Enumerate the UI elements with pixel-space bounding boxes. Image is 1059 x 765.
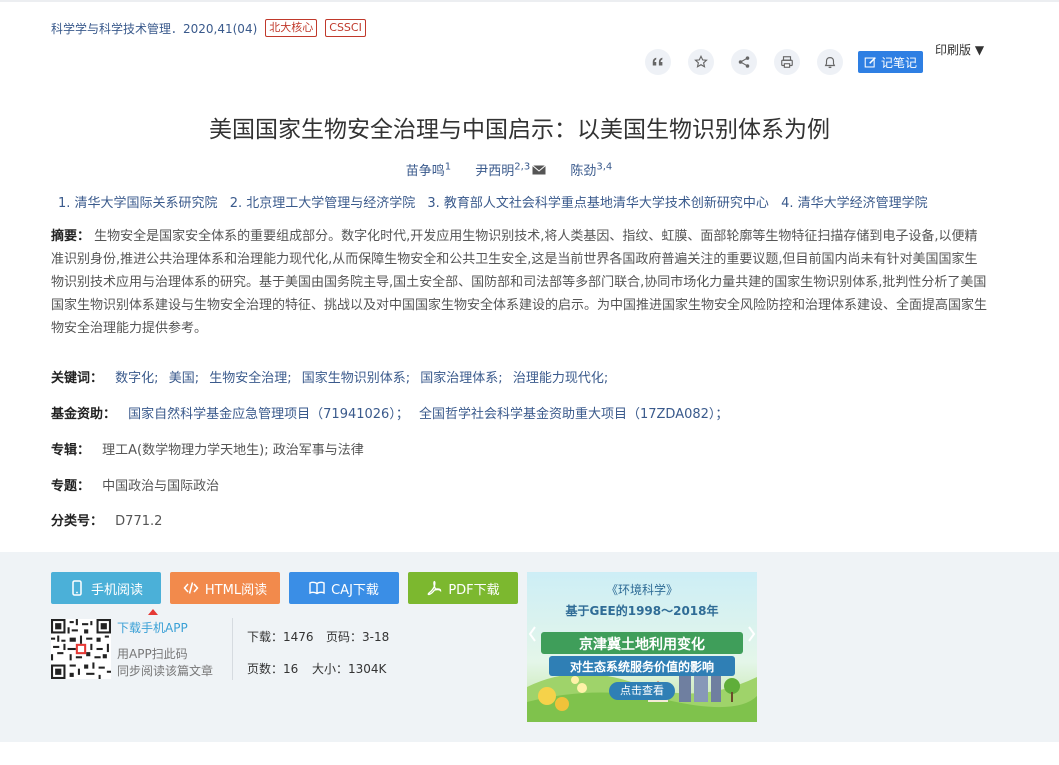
topic-value: 中国政治与国际政治	[102, 479, 220, 494]
qr-code[interactable]	[51, 619, 111, 679]
pdf-icon	[427, 580, 442, 596]
ad-view-button[interactable]: 点击查看	[609, 682, 675, 700]
fund-item[interactable]: 全国哲学社会科学基金资助重大项目（17ZDA082）；	[419, 407, 728, 422]
phone-icon	[72, 580, 82, 596]
abstract-text: 生物安全是国家安全体系的重要组成部分。数字化时代,开发应用生物识别技术,将人类基…	[51, 229, 988, 336]
classification-row: 分类号： D771.2	[51, 510, 162, 529]
pdf-download-label: PDF下载	[448, 582, 500, 598]
article-toolbar: 记笔记	[645, 49, 924, 75]
page-range: 页码：3-18	[326, 630, 390, 644]
mail-icon[interactable]	[532, 164, 547, 179]
pdf-download-button[interactable]: PDF下载	[408, 572, 518, 604]
star-icon[interactable]	[688, 49, 714, 75]
ad-journal-name: 《环境科学》	[605, 583, 678, 597]
ad-line-1: 基于GEE的1998～2018年	[565, 604, 719, 618]
keyword[interactable]: 美国;	[169, 371, 199, 386]
keywords-label: 关键词：	[51, 371, 104, 386]
take-note-button[interactable]: 记笔记	[858, 51, 924, 73]
html-read-button[interactable]: HTML阅读	[170, 572, 280, 604]
classification-value: D771.2	[115, 514, 163, 529]
source-line: 科学学与科学技术管理．2020,41(04) 北大核心 CSSCI	[51, 19, 366, 37]
affiliation-4[interactable]: 4. 清华大学经济管理学院	[781, 196, 928, 211]
print-icon[interactable]	[774, 49, 800, 75]
ad-line-2: 京津冀土地利用变化	[579, 637, 705, 653]
top-divider	[0, 0, 1059, 2]
stats-divider	[232, 618, 233, 680]
keyword[interactable]: 生物安全治理;	[209, 371, 291, 386]
affiliation-list: 1. 清华大学国际关系研究院 2. 北京理工大学管理与经济学院 3. 教育部人文…	[58, 192, 936, 211]
affiliation-1[interactable]: 1. 清华大学国际关系研究院	[58, 196, 218, 211]
download-count: 下载：1476	[247, 630, 314, 644]
quote-icon[interactable]	[645, 49, 671, 75]
series-label: 专辑：	[51, 443, 91, 458]
author-3[interactable]: 陈劲3,4	[570, 162, 612, 179]
page-count: 页数：16	[247, 662, 299, 676]
abstract-label: 摘要：	[51, 229, 91, 244]
keywords-row: 关键词： 数字化; 美国; 生物安全治理; 国家生物识别体系; 国家治理体系; …	[51, 367, 614, 386]
abstract: 摘要： 生物安全是国家安全体系的重要组成部分。数字化时代,开发应用生物识别技术,…	[51, 225, 989, 340]
share-icon[interactable]	[731, 49, 757, 75]
code-icon	[183, 582, 199, 594]
article-title: 美国国家生物安全治理与中国启示：以美国生物识别体系为例	[209, 117, 830, 143]
affiliation-2[interactable]: 2. 北京理工大学管理与经济学院	[230, 196, 416, 211]
print-version-dropdown[interactable]: 印刷版 ▼	[935, 41, 984, 58]
html-read-label: HTML阅读	[204, 582, 268, 598]
pen-icon	[864, 56, 876, 67]
app-tip-line-2: 同步阅读该篇文章	[117, 664, 214, 678]
fund-row: 基金资助： 国家自然科学基金应急管理项目（71941026）； 全国哲学社会科学…	[51, 403, 734, 422]
topic-label: 专题：	[51, 479, 91, 494]
app-tip-line-1: 用APP扫此码	[117, 647, 188, 661]
ad-line-3: 对生态系统服务价值的影响	[569, 660, 714, 674]
fund-item[interactable]: 国家自然科学基金应急管理项目（71941026）；	[128, 407, 409, 422]
keyword[interactable]: 国家治理体系;	[420, 371, 502, 386]
caj-download-button[interactable]: CAJ下载	[289, 572, 399, 604]
classification-label: 分类号：	[51, 514, 104, 529]
caj-download-label: CAJ下载	[331, 582, 379, 598]
topic-row: 专题： 中国政治与国际政治	[51, 475, 219, 494]
badge-core: 北大核心	[265, 19, 318, 37]
affiliation-3[interactable]: 3. 教育部人文社会科学重点基地清华大学技术创新研究中心	[427, 196, 769, 211]
file-size: 大小：1304K	[312, 662, 387, 676]
series-value: 理工A(数学物理力学天地生); 政治军事与法律	[102, 443, 364, 458]
download-app-link[interactable]: 下载手机APP	[117, 619, 188, 636]
journal-source[interactable]: 科学学与科学技术管理．2020,41(04)	[51, 20, 257, 37]
bell-icon[interactable]	[817, 49, 843, 75]
keyword[interactable]: 数字化;	[115, 371, 158, 386]
journal-ad-banner[interactable]: 《环境科学》 基于GEE的1998～2018年 京津冀土地利用变化 对生态系统服…	[527, 572, 757, 722]
series-row: 专辑： 理工A(数学物理力学天地生); 政治军事与法律	[51, 439, 364, 458]
author-1[interactable]: 苗争鸣1	[406, 162, 451, 179]
pointer-triangle	[148, 609, 158, 615]
app-scan-tip: 用APP扫此码 同步阅读该篇文章	[117, 646, 213, 680]
mobile-read-button[interactable]: 手机阅读	[51, 572, 161, 604]
author-2[interactable]: 尹西明2,3	[475, 162, 547, 179]
author-list: 苗争鸣1 尹西明2,3 陈劲3,4	[0, 160, 1018, 179]
mobile-read-label: 手机阅读	[90, 582, 143, 598]
book-icon	[309, 581, 325, 595]
badge-cssci: CSSCI	[325, 19, 366, 37]
keyword[interactable]: 国家生物识别体系;	[302, 371, 410, 386]
take-note-label: 记笔记	[881, 55, 918, 70]
fund-label: 基金资助：	[51, 407, 117, 422]
keyword[interactable]: 治理能力现代化;	[513, 371, 608, 386]
